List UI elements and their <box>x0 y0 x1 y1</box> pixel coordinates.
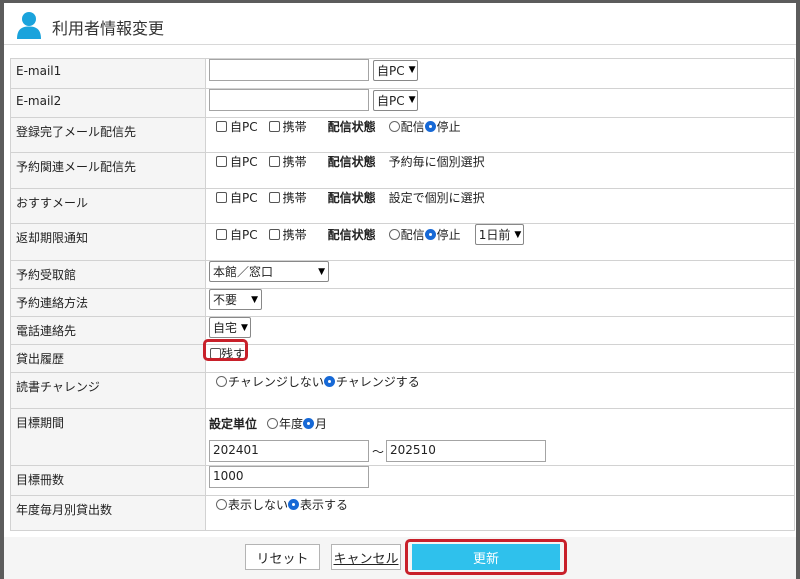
registration-mail-pc-checkbox[interactable] <box>216 121 227 132</box>
recommend-mail-status-text: 設定で個別に選択 <box>388 191 485 205</box>
pickup-library-select[interactable]: 本館／窓口 ▼ <box>209 261 329 282</box>
pickup-label: 予約受取館 <box>10 260 206 289</box>
due-notice-days-select[interactable]: 1日前 ▼ <box>474 224 524 245</box>
due-notice-mobile-checkbox[interactable] <box>268 229 280 240</box>
registration-mail-mobile-checkbox[interactable] <box>268 121 280 132</box>
chevron-down-icon: ▼ <box>408 95 416 105</box>
target-period-label: 目標期間 <box>10 408 206 466</box>
reading-challenge-label: 読書チャレンジ <box>10 372 206 409</box>
chevron-down-icon: ▼ <box>318 266 325 277</box>
page-title: 利用者情報変更 <box>52 19 165 38</box>
monthly-hide-radio[interactable] <box>216 499 227 510</box>
email2-label: E-mail2 <box>10 88 206 118</box>
target-count-input[interactable]: 1000 <box>209 466 369 488</box>
chevron-down-icon: ▼ <box>251 294 258 305</box>
due-notice-row: 返却期限通知 自PC 携帯 配信状態 配信 停止 1日前 ▼ <box>10 223 795 261</box>
unit-label: 設定単位 <box>209 416 258 431</box>
reservation-mail-row: 予約関連メール配信先 自PC 携帯 配信状態 予約毎に個別選択 <box>10 152 795 189</box>
recommend-mail-row: おすすメール 自PC 携帯 配信状態 設定で個別に選択 <box>10 188 795 224</box>
target-count-label: 目標冊数 <box>10 465 206 496</box>
contact-method-select[interactable]: 不要 ▼ <box>209 289 262 310</box>
reservation-mail-status-text: 予約毎に個別選択 <box>388 155 485 169</box>
monthly-count-row: 年度毎月別貸出数 表示しない 表示する <box>10 495 795 531</box>
recommend-mail-pc-checkbox[interactable] <box>216 192 227 203</box>
email1-input[interactable] <box>209 59 369 81</box>
delivery-status-label: 配信状態 <box>327 228 376 242</box>
due-notice-deliver-radio[interactable] <box>388 229 400 240</box>
reservation-mail-pc-checkbox[interactable] <box>216 156 227 167</box>
due-notice-stop-radio[interactable] <box>424 229 436 240</box>
registration-mail-stop-radio[interactable] <box>424 121 436 132</box>
contact-method-label: 予約連絡方法 <box>10 288 206 317</box>
target-period-row: 目標期間 設定単位 年度 月 202401 ～ 202510 <box>10 408 795 466</box>
chevron-down-icon: ▼ <box>514 229 522 240</box>
email2-input[interactable] <box>209 89 369 111</box>
registration-mail-deliver-radio[interactable] <box>388 121 400 132</box>
cancel-button[interactable]: キャンセル <box>331 544 401 570</box>
chevron-down-icon: ▼ <box>408 65 416 75</box>
phone-contact-select[interactable]: 自宅 ▼ <box>209 317 251 338</box>
email2-type-select[interactable]: 自PC ▼ <box>373 89 418 111</box>
delivery-status-label: 配信状態 <box>327 155 376 169</box>
period-separator: ～ <box>372 444 385 459</box>
delivery-status-label: 配信状態 <box>327 120 376 134</box>
phone-label: 電話連絡先 <box>10 316 206 345</box>
email1-type-select[interactable]: 自PC ▼ <box>373 59 418 81</box>
challenge-on-radio[interactable] <box>323 376 335 387</box>
email2-row: E-mail2 自PC ▼ <box>10 88 795 118</box>
page-header: 利用者情報変更 <box>4 3 796 45</box>
challenge-off-radio[interactable] <box>216 376 227 387</box>
reservation-mail-label: 予約関連メール配信先 <box>10 152 206 189</box>
recommend-mail-label: おすすメール <box>10 188 206 224</box>
history-row: 貸出履歴 残す <box>10 344 795 373</box>
recommend-mail-mobile-checkbox[interactable] <box>268 192 280 203</box>
contact-method-row: 予約連絡方法 不要 ▼ <box>10 288 795 317</box>
monthly-show-radio[interactable] <box>288 499 300 510</box>
registration-mail-row: 登録完了メール配信先 自PC 携帯 配信状態 配信 停止 <box>10 117 795 153</box>
reservation-mail-mobile-checkbox[interactable] <box>268 156 280 167</box>
history-label: 貸出履歴 <box>10 344 206 373</box>
reading-challenge-row: 読書チャレンジ チャレンジしない チャレンジする <box>10 372 795 409</box>
chevron-down-icon: ▼ <box>241 322 248 333</box>
due-notice-pc-checkbox[interactable] <box>216 229 227 240</box>
email1-label: E-mail1 <box>10 58 206 89</box>
unit-month-radio[interactable] <box>303 417 315 429</box>
unit-year-radio[interactable] <box>267 417 279 429</box>
email1-row: E-mail1 自PC ▼ <box>10 58 795 89</box>
form-window: 利用者情報変更 E-mail1 自PC ▼ E-mail2 自PC ▼ 登録完了… <box>4 3 796 579</box>
phone-row: 電話連絡先 自宅 ▼ <box>10 316 795 345</box>
target-count-row: 目標冊数 1000 <box>10 465 795 496</box>
period-to-input[interactable]: 202510 <box>386 440 547 462</box>
due-notice-label: 返却期限通知 <box>10 223 206 261</box>
registration-mail-label: 登録完了メール配信先 <box>10 117 206 153</box>
update-highlight-box <box>405 539 567 575</box>
user-info-form: E-mail1 自PC ▼ E-mail2 自PC ▼ 登録完了メール配信先 自… <box>10 58 795 531</box>
monthly-count-label: 年度毎月別貸出数 <box>10 495 206 531</box>
period-from-input[interactable]: 202401 <box>209 440 369 462</box>
pickup-row: 予約受取館 本館／窓口 ▼ <box>10 260 795 289</box>
reset-button[interactable]: リセット <box>245 544 320 570</box>
footer-bar: リセット キャンセル 更新 <box>4 537 796 579</box>
delivery-status-label: 配信状態 <box>327 191 376 205</box>
user-icon <box>17 12 41 39</box>
history-highlight-box <box>203 339 248 361</box>
